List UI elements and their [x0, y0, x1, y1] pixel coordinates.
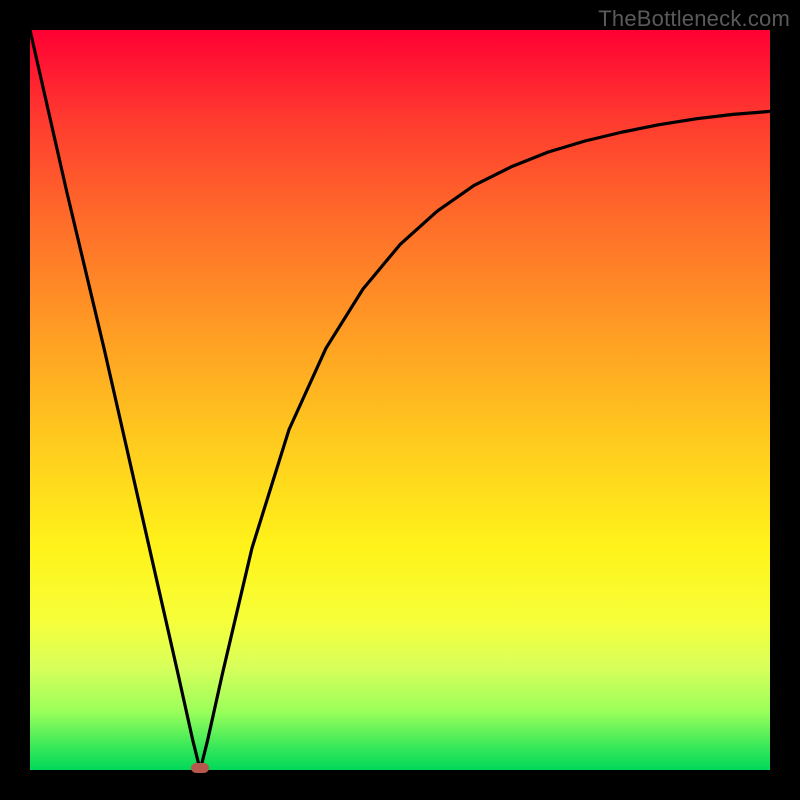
- watermark-text: TheBottleneck.com: [598, 6, 790, 32]
- bottleneck-curve: [30, 30, 770, 770]
- curve-path: [30, 30, 770, 770]
- plot-area: [30, 30, 770, 770]
- chart-frame: TheBottleneck.com: [0, 0, 800, 800]
- minimum-marker: [191, 763, 209, 773]
